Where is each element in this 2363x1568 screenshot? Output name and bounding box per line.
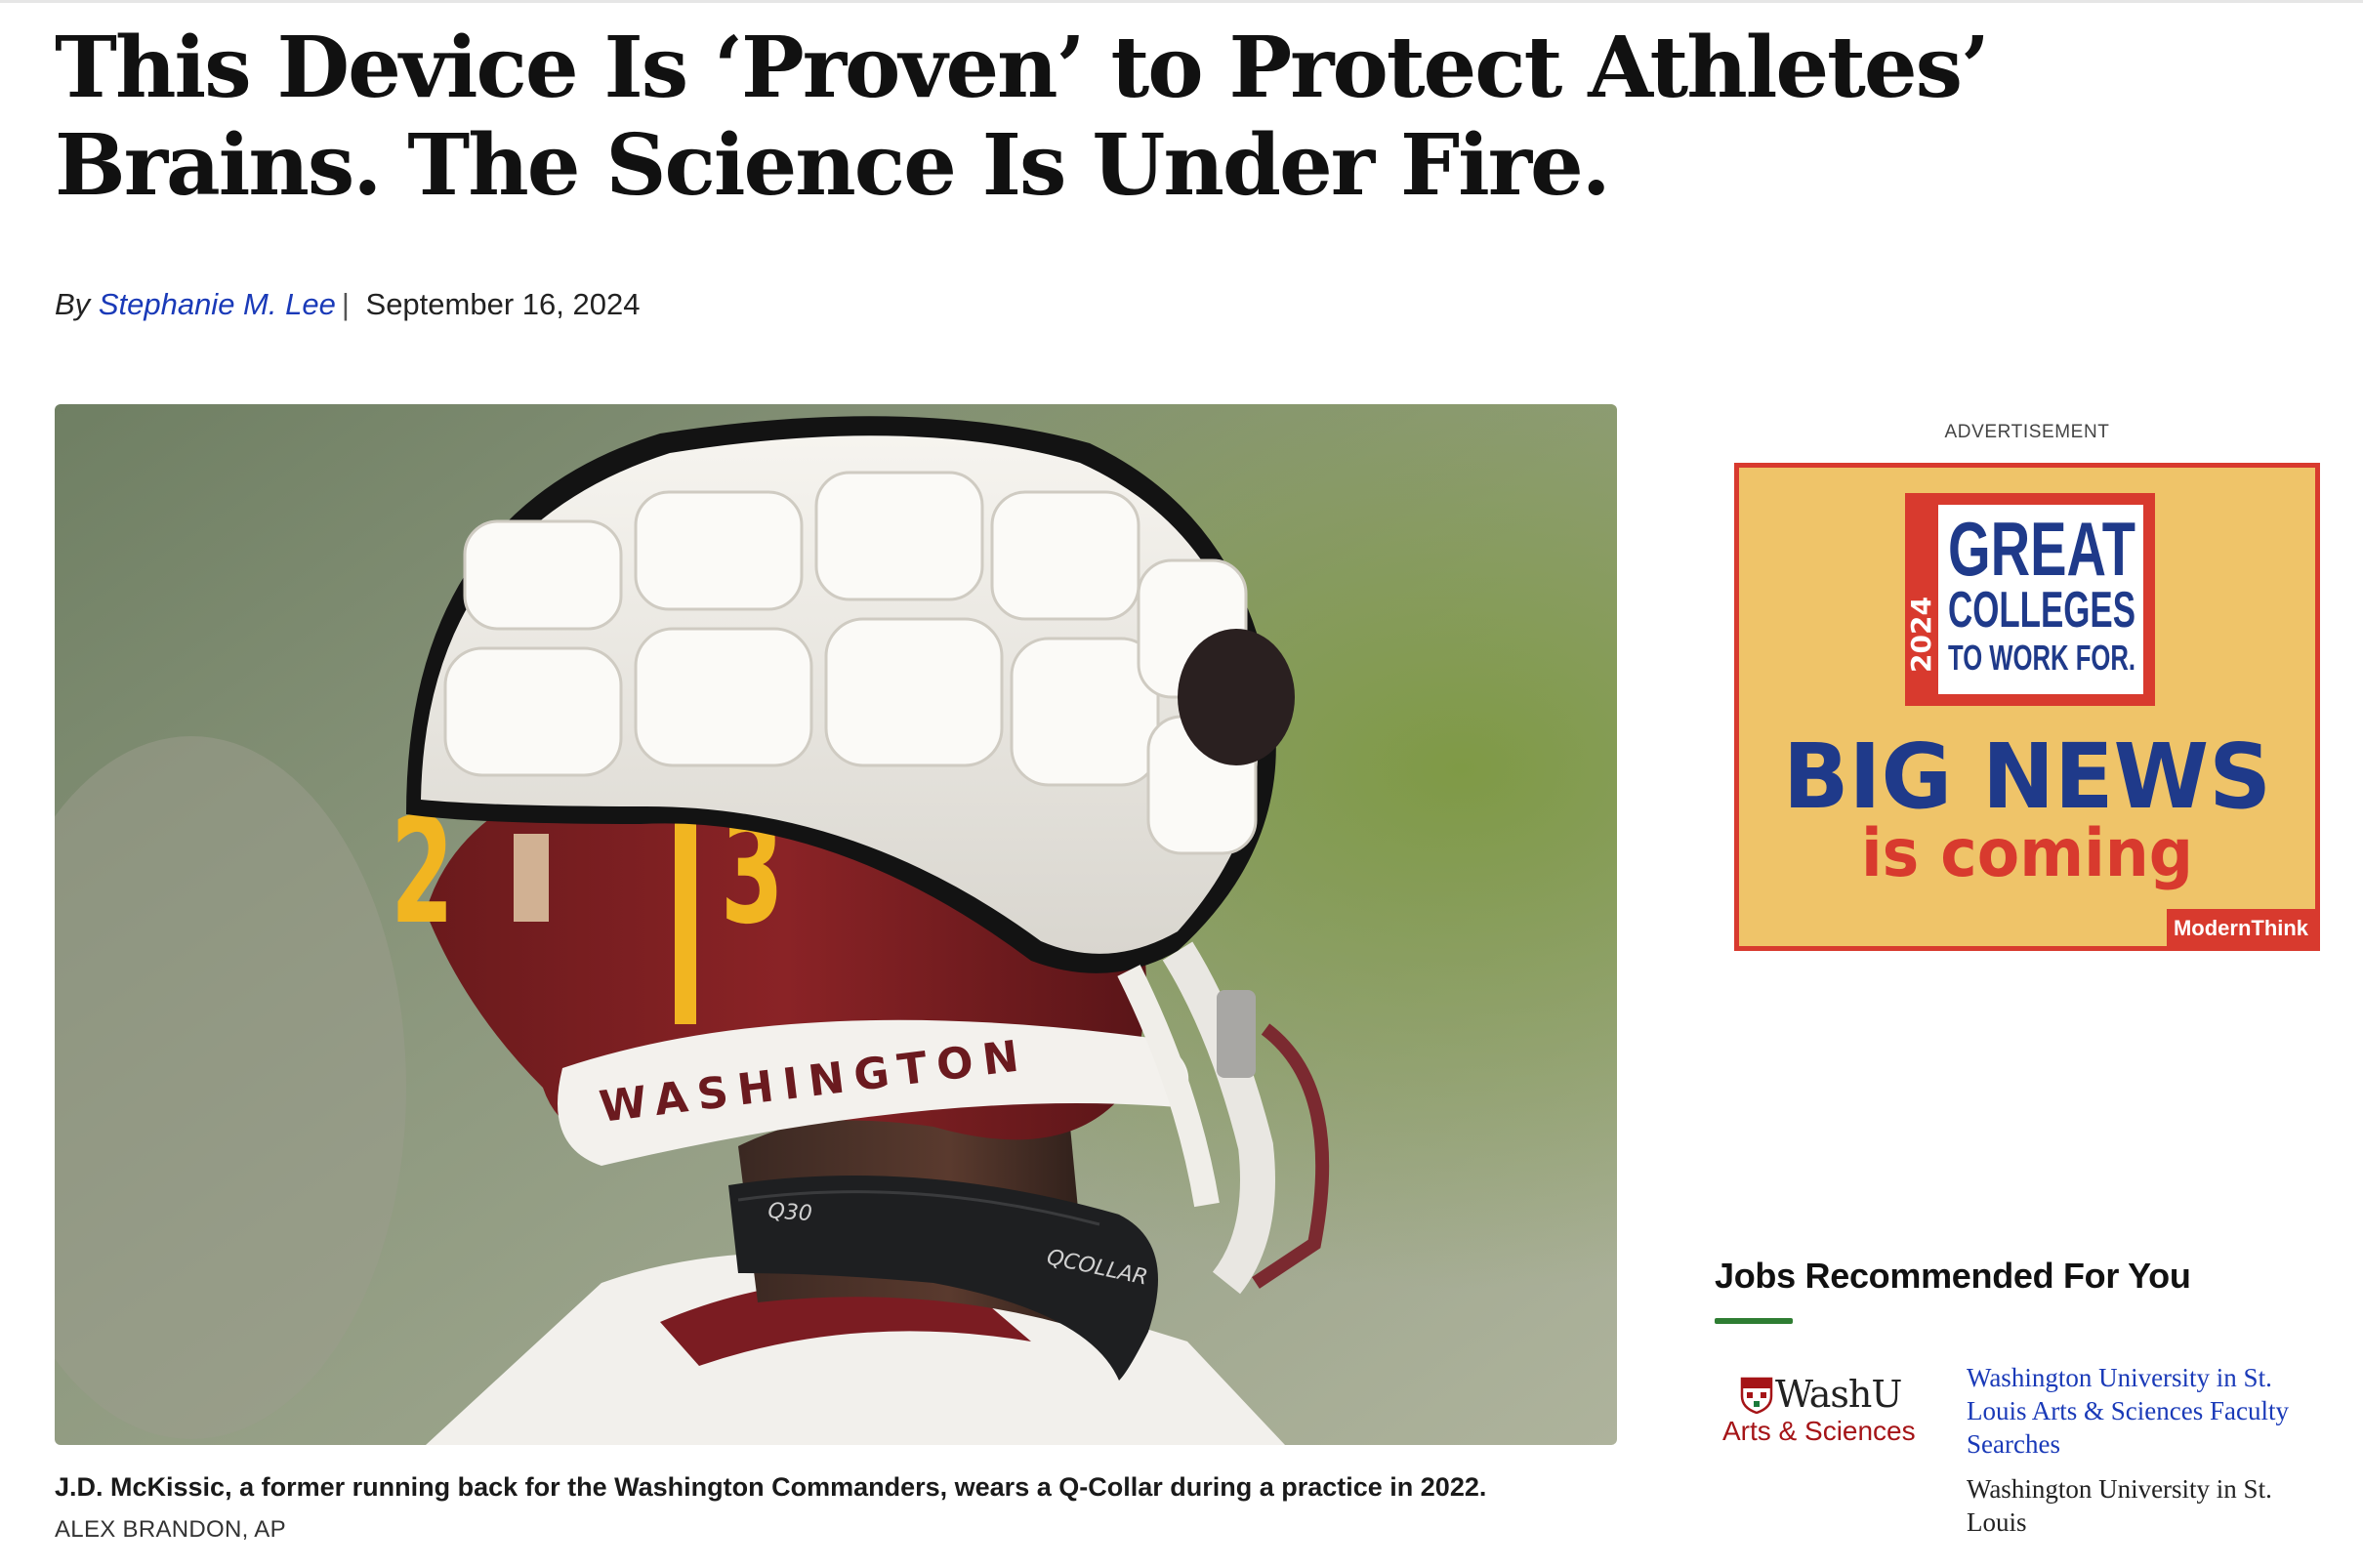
- ad-big-news: BIG NEWS: [1783, 724, 2271, 829]
- hero-photo: Q30 QCOLLAR 2 3 WASHINGTON: [55, 404, 1617, 1445]
- ad-year: 2024: [1905, 597, 1937, 673]
- advertisement-banner[interactable]: 2024 GREAT COLLEGES TO WORK FOR. BIG NEW…: [1734, 463, 2320, 951]
- byline-separator: |: [341, 287, 350, 321]
- jobs-title-underline: [1715, 1318, 1793, 1324]
- washu-logo[interactable]: WashU Arts & Sciences: [1715, 1367, 1920, 1465]
- washu-wordmark: WashU: [1775, 1373, 1902, 1416]
- photo-caption: J.D. McKissic, a former running back for…: [55, 1472, 1487, 1502]
- job-title-link[interactable]: Washington University in St. Louis Arts …: [1967, 1361, 2338, 1461]
- jobs-section-title: Jobs Recommended For You: [1715, 1256, 2191, 1296]
- job-organization: Washington University in St. Louis: [1967, 1474, 2272, 1537]
- publish-date: September 16, 2024: [365, 287, 641, 321]
- washu-shield-icon: [1740, 1377, 1773, 1414]
- ad-is-coming: is coming: [1861, 815, 2193, 892]
- top-rule: [0, 0, 2363, 3]
- ad-brand: ModernThink: [2174, 916, 2309, 940]
- washu-department: Arts & Sciences: [1722, 1416, 1916, 1446]
- article-headline: This Device Is ‘Proven’ to Protect Athle…: [55, 19, 1990, 215]
- advertisement-label: ADVERTISEMENT: [1944, 422, 2110, 442]
- ad-colleges: COLLEGES: [1948, 582, 2135, 639]
- author-link[interactable]: Stephanie M. Lee: [99, 287, 336, 321]
- photo-credit: ALEX BRANDON, AP: [55, 1516, 286, 1543]
- ad-to-work-for: TO WORK FOR.: [1948, 638, 2135, 678]
- ad-great: GREAT: [1948, 506, 2135, 592]
- byline: By Stephanie M. Lee | September 16, 2024: [55, 285, 640, 324]
- byline-prefix: By: [55, 287, 91, 321]
- collar-label-q30: Q30: [767, 1199, 813, 1226]
